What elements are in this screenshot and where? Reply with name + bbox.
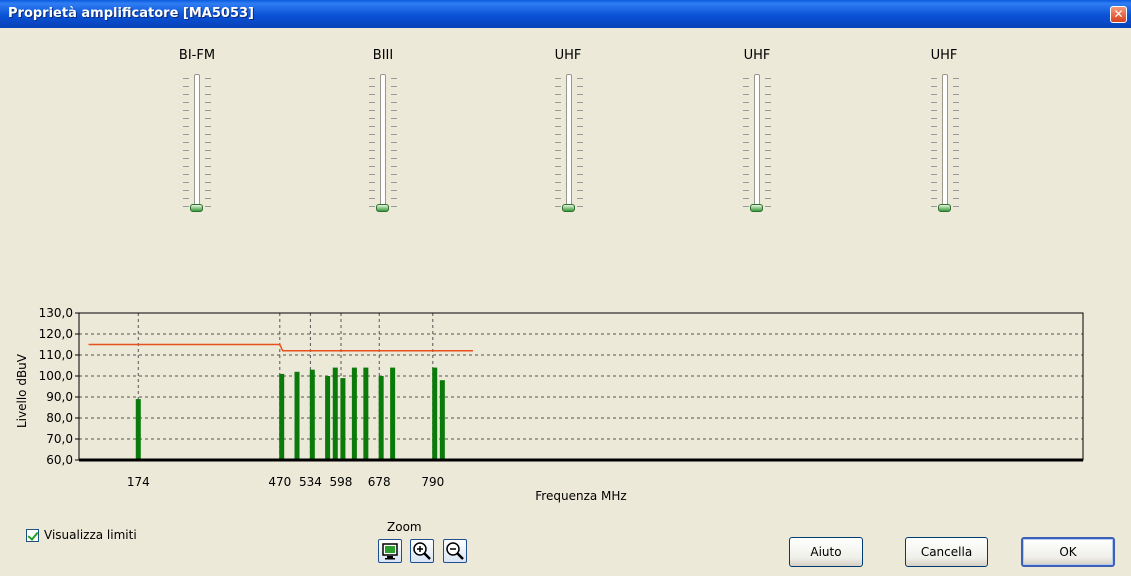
slider-track-bi-fm[interactable] [194, 74, 200, 208]
channel-bar [439, 380, 445, 460]
channel-bar [351, 367, 357, 460]
slider-track-uhf-1[interactable] [566, 74, 572, 208]
x-tick-label: 790 [421, 475, 444, 489]
title-bar: Proprietà amplificatore [MA5053] ✕ [0, 0, 1131, 28]
y-tick-label: 70,0 [46, 432, 73, 446]
channel-bar [340, 378, 346, 460]
slider-label-uhf-2: UHF [743, 48, 771, 63]
cancel-button[interactable]: Cancella [905, 537, 988, 567]
x-tick-label: 174 [127, 475, 150, 489]
fit-screen-button[interactable] [378, 539, 402, 563]
slider-label-uhf-3: UHF [930, 48, 958, 63]
channel-bar [309, 369, 315, 460]
y-tick-label: 130,0 [39, 306, 73, 320]
dialog-body: BI-FM BIII UHF UHF UHF 130,0 120,0 110,0 10… [0, 28, 1131, 576]
y-tick-label: 80,0 [46, 411, 73, 425]
zoom-out-icon [446, 542, 464, 560]
show-limits-label: Visualizza limiti [44, 528, 137, 542]
x-tick-label: 534 [299, 475, 322, 489]
slider-track-uhf-2[interactable] [754, 74, 760, 208]
help-button[interactable]: Aiuto [789, 537, 863, 567]
y-tick-label: 110,0 [39, 348, 73, 362]
ok-button[interactable]: OK [1021, 537, 1115, 567]
slider-label-uhf-1: UHF [554, 48, 582, 63]
y-tick-label: 120,0 [39, 327, 73, 341]
slider-thumb-uhf-3[interactable] [938, 204, 951, 212]
level-chart: 130,0 120,0 110,0 100,0 90,0 80,0 70,0 60,0 174… [15, 306, 1084, 503]
close-icon[interactable]: ✕ [1110, 6, 1127, 23]
slider-thumb-uhf-2[interactable] [750, 204, 763, 212]
y-tick-label: 100,0 [39, 369, 73, 383]
slider-label-bi-fm: BI-FM [178, 48, 216, 63]
x-tick-label: 678 [368, 475, 391, 489]
y-tick-label: 90,0 [46, 390, 73, 404]
zoom-label: Zoom [387, 520, 422, 534]
y-tick-label: 60,0 [46, 453, 73, 467]
x-tick-label: 598 [330, 475, 353, 489]
channel-bar [279, 373, 285, 460]
channel-bar [332, 367, 338, 460]
show-limits-checkbox[interactable] [26, 528, 39, 542]
plot-frame [78, 312, 1084, 461]
slider-thumb-bi-fm[interactable] [190, 204, 203, 212]
window-title: Proprietà amplificatore [MA5053] [8, 6, 254, 21]
slider-track-biii[interactable] [380, 74, 386, 208]
zoom-out-button[interactable] [443, 539, 467, 563]
slider-track-uhf-3[interactable] [942, 74, 948, 208]
limit-line [88, 343, 473, 352]
x-tick-label: 470 [268, 475, 291, 489]
fit-screen-icon [382, 543, 398, 560]
channel-bar [325, 376, 331, 460]
channel-bar [432, 367, 438, 460]
slider-label-biii: BIII [372, 48, 394, 63]
channel-bar [363, 367, 369, 460]
zoom-in-button[interactable] [410, 539, 434, 563]
channel-bar [378, 376, 384, 460]
y-axis-title: Livello dBuV [15, 353, 29, 428]
slider-thumb-uhf-1[interactable] [562, 204, 575, 212]
zoom-in-icon [413, 542, 431, 560]
x-axis-title: Frequenza MHz [535, 489, 626, 503]
slider-thumb-biii[interactable] [376, 204, 389, 212]
channel-bar [135, 399, 141, 460]
channel-bar [390, 367, 396, 460]
show-limits-option[interactable]: Visualizza limiti [26, 528, 137, 542]
channel-bar [294, 371, 300, 460]
